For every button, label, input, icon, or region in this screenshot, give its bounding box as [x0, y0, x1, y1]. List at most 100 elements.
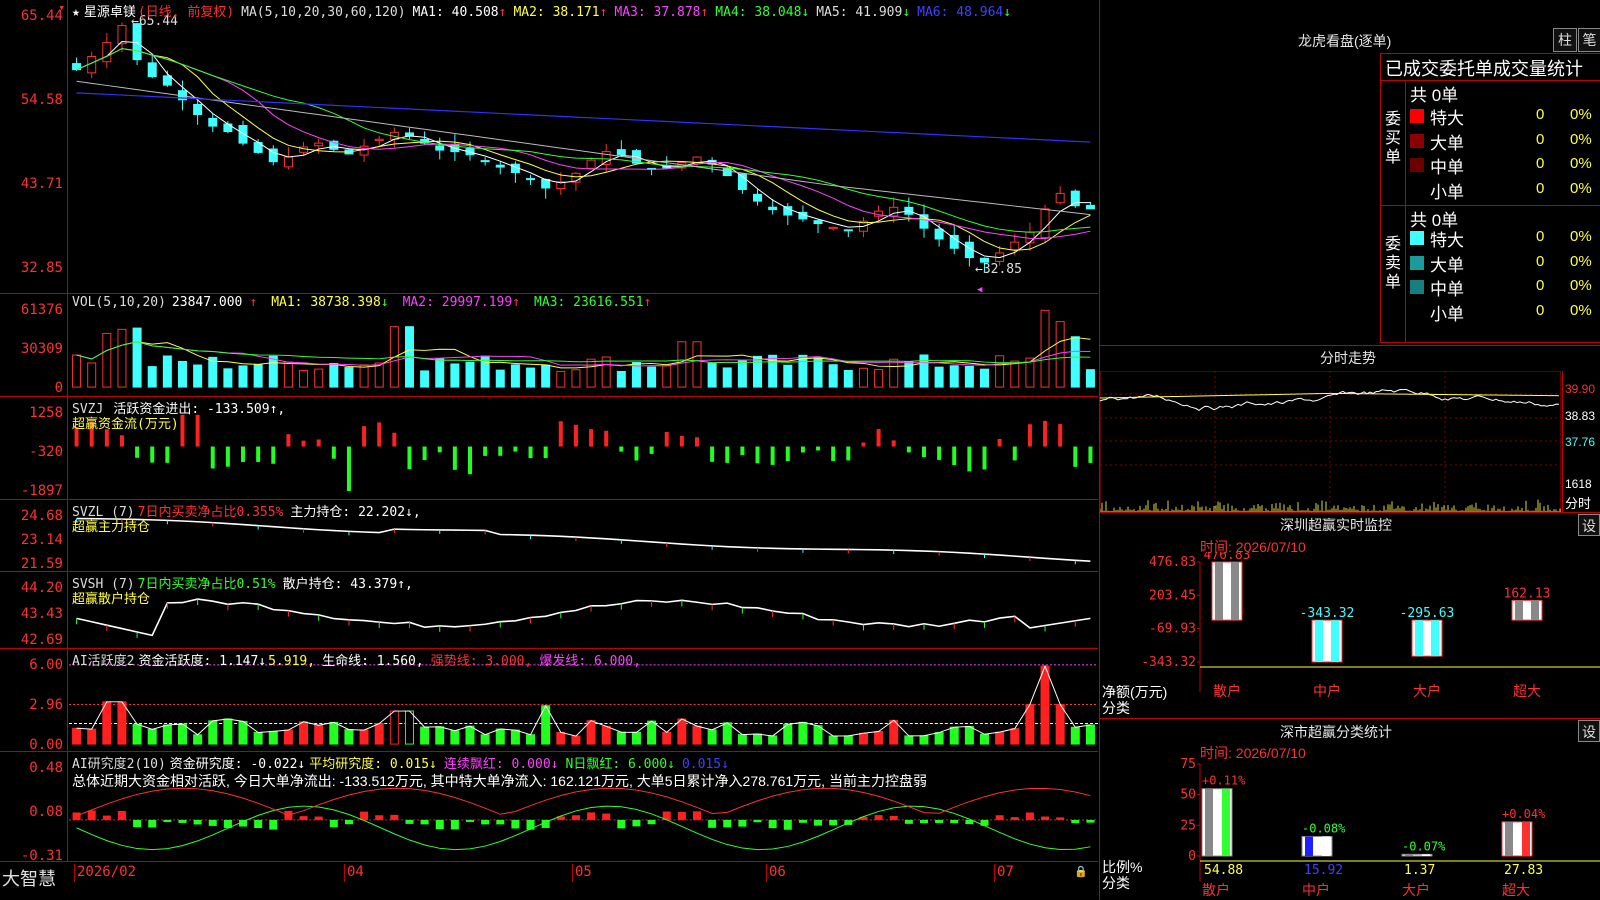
- svzj-tick-2: -320: [29, 444, 63, 460]
- candle-body: [193, 104, 203, 116]
- sell-row-count-1: 0: [1536, 228, 1545, 245]
- research-bar: [647, 819, 656, 825]
- ai2-tick-1: 0.48: [29, 760, 63, 776]
- star-icon[interactable]: ★: [72, 5, 80, 20]
- ai-research-pane[interactable]: 0.48 0.08 -0.31 AI研究度2(10) 资金研究度: -0.022↓…: [0, 751, 1098, 863]
- volume-bar: [420, 370, 430, 388]
- volume-bar: [571, 369, 581, 388]
- candle-body: [132, 23, 142, 61]
- activity-bar: [465, 725, 475, 745]
- volume-bar: [435, 358, 445, 388]
- bar-view-button[interactable]: 柱: [1553, 28, 1577, 52]
- svzj-bar: [301, 440, 306, 447]
- svzj-bar: [331, 446, 336, 459]
- svzj-bar: [437, 446, 442, 453]
- kline-plot[interactable]: ←65.44 ←32.85 ◀: [69, 0, 1098, 293]
- ai1-tick-3: 0.00: [29, 737, 63, 753]
- volume-bar: [102, 332, 112, 388]
- fenshi-chart[interactable]: 39.90 38.83 37.76 1618 分时: [1100, 371, 1600, 512]
- ai1-burst: 爆发线: 6.000,: [539, 654, 641, 669]
- ma-value-3: MA3: 37.878↑: [614, 5, 709, 20]
- kline-pane[interactable]: 65.44 54.58 43.71 32.85 ▾ ←65.44 ←32.85 …: [0, 0, 1098, 293]
- svzl-axis: 24.68 23.14 21.59: [0, 500, 68, 571]
- ma-line-4: [76, 48, 1091, 233]
- volume-bar: [995, 355, 1005, 388]
- activity-bar: [934, 732, 944, 745]
- volume-bar: [783, 364, 793, 388]
- activity-bar: [283, 729, 293, 745]
- research-bar: [950, 819, 959, 824]
- svzl-tick-2: 23.14: [20, 532, 63, 548]
- svzj-bar: [1088, 446, 1093, 463]
- activity-bar: [919, 735, 929, 745]
- svzl-pane[interactable]: 24.68 23.14 21.59 SVZL (7) 7日内买卖净占比0.355%…: [0, 499, 1098, 571]
- price-tick-4: 32.85: [20, 260, 63, 276]
- sell-row-count-2: 0: [1536, 252, 1545, 270]
- app-logo: 大智慧: [2, 869, 56, 889]
- monitor-xlabel: 分类: [1102, 700, 1130, 716]
- classify-svg[interactable]: 75 50 25 0 +0.11% 54.88 散户 -0.08% 15.92 中户 -0.07% 1…: [1100, 756, 1600, 900]
- monitor-svg[interactable]: 476.83 203.45 -69.93 -343.32 476.83 散户 -343.32…: [1100, 552, 1600, 717]
- ai2-avg: 平均研究度: 0.015↓: [309, 757, 437, 772]
- volume-bar: [556, 370, 566, 388]
- svzj-bar: [225, 446, 230, 467]
- volume-bar: [677, 341, 687, 388]
- volume-bar: [344, 367, 354, 388]
- buy-row-pct-4: 0%: [1570, 179, 1592, 197]
- svsh-sub: 超赢散户持仓: [72, 592, 151, 607]
- svzj-pane[interactable]: 1258 -320 -1897 SVZJ 活跃资金进出: -133.509↑, 超…: [0, 396, 1098, 499]
- classify-bar-shade: [1422, 854, 1430, 856]
- buy-row-count-3: 0: [1536, 155, 1545, 172]
- vol-value-number: 23847.000: [171, 295, 243, 310]
- volume-legend: VOL(5,10,20) 23847.000 ↑ MA1: 38738.398↓ MA2…: [72, 295, 672, 310]
- ai-activity-pane[interactable]: 6.00 2.96 0.00 AI活跃度2 资金活跃度: 1.147↓ 5.919,…: [0, 648, 1098, 753]
- svzj-bar: [816, 446, 821, 451]
- activity-bar: [707, 729, 717, 745]
- svsh-tick-1: 44.20: [20, 580, 63, 596]
- monitor-title: 深圳超赢实时监控: [1280, 517, 1392, 533]
- activity-bar: [1070, 726, 1080, 745]
- svzj-bar: [876, 429, 881, 447]
- fenshi-axis: 39.90 38.83 37.76 1618 分时: [1562, 371, 1600, 512]
- sell-row-count-3: 0: [1536, 277, 1545, 294]
- svzj-bar: [664, 432, 669, 447]
- svzj-bar: [483, 446, 488, 456]
- svsh-pane[interactable]: 44.20 43.43 42.69 SVSH (7) 7日内买卖净占比0.51% 散…: [0, 571, 1098, 648]
- vol-value: 23847.000 ↑: [172, 295, 264, 310]
- activity-bar: [813, 725, 823, 745]
- activity-bar: [662, 731, 672, 745]
- research-bar: [919, 819, 928, 824]
- classify-bar-shade: [1305, 836, 1313, 856]
- volume-bar: [526, 367, 536, 388]
- ai2-n: N日飘红: 6.000↓: [565, 757, 675, 772]
- svsh-axis: 44.20 43.43 42.69: [0, 572, 68, 648]
- volume-bar: [843, 369, 853, 388]
- svzj-bar: [392, 432, 397, 447]
- period-label[interactable]: (日线, 前复权): [138, 5, 234, 20]
- svzj-bar: [1012, 446, 1017, 461]
- research-bar: [814, 819, 823, 826]
- buy-total: 共 0单: [1410, 86, 1459, 105]
- research-bar: [435, 819, 444, 830]
- svzj-bar: [891, 440, 896, 447]
- classify-cat-3: 大户: [1402, 882, 1430, 898]
- sell-row-name-3: 中单: [1430, 280, 1464, 299]
- svzj-bar: [195, 414, 200, 447]
- sell-row-name-4: 小单: [1430, 304, 1464, 324]
- candle-body: [102, 42, 112, 63]
- monitor-bar-label-4: 162.13: [1504, 586, 1551, 601]
- volume-bar: [495, 369, 505, 388]
- classify-settings-button[interactable]: 设: [1578, 720, 1600, 742]
- lock-icon[interactable]: 🔒: [1074, 865, 1088, 878]
- svzj-bar: [1058, 424, 1063, 447]
- volume-bar: [964, 365, 974, 388]
- volume-bar: [1055, 321, 1065, 388]
- vol-label: VOL(5,10,20): [72, 295, 166, 310]
- volume-bar: [858, 367, 868, 388]
- activity-bar: [692, 725, 702, 745]
- monitor-settings-button[interactable]: 设: [1578, 514, 1600, 536]
- svzj-axis: 1258 -320 -1897: [0, 397, 68, 499]
- candle-body: [768, 206, 778, 211]
- volume-pane[interactable]: 61376 30309 0 VOL(5,10,20) 23847.000 ↑ MA1:…: [0, 293, 1098, 396]
- tick-view-button[interactable]: 笔: [1578, 28, 1600, 52]
